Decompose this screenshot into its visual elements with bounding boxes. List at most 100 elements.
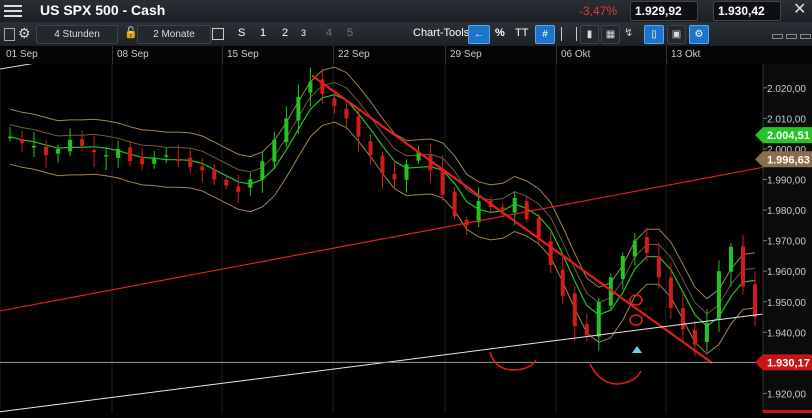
candle-body: [740, 246, 745, 287]
lock-icon[interactable]: 🔓: [124, 25, 138, 42]
annotation-circle: [629, 294, 643, 306]
y-tick-label: 1.980,00: [767, 206, 806, 217]
candle-body: [284, 118, 289, 143]
y-tick-label: 1.950,00: [767, 298, 806, 309]
candle-body: [68, 139, 73, 152]
layout-3-button[interactable]: 3: [301, 25, 306, 42]
candle-body: [524, 201, 529, 220]
candle-body: [140, 156, 145, 165]
candle-body: [692, 330, 697, 345]
candle-body: [476, 200, 481, 223]
gear-icon[interactable]: ⚙: [18, 24, 31, 42]
candle-body: [620, 255, 625, 280]
layout-4-button[interactable]: 4: [326, 25, 332, 42]
candle-body: [224, 179, 229, 186]
layout-2-button[interactable]: 2: [282, 25, 288, 42]
candle-body: [200, 166, 205, 171]
instrument-title: US SPX 500 - Cash: [40, 2, 166, 18]
candle-body: [680, 308, 685, 330]
candle-body: [56, 148, 61, 154]
candle-body: [332, 98, 337, 107]
candle-body: [500, 207, 505, 211]
y-tick-label: 1.970,00: [767, 237, 806, 248]
y-tick-label: 2.010,00: [767, 114, 806, 125]
layout-1-button[interactable]: 1: [260, 25, 266, 42]
minimize-icon[interactable]: [772, 34, 783, 39]
chart-tools-label[interactable]: Chart-Tools: [413, 25, 469, 42]
candle-body: [44, 146, 49, 156]
list-icon[interactable]: [4, 28, 15, 41]
candle-body: [716, 271, 721, 319]
candle-body: [536, 218, 541, 238]
layout-5-button[interactable]: 5: [347, 25, 353, 42]
candle-button[interactable]: ▮: [580, 25, 599, 44]
descending-trendline[interactable]: [311, 74, 713, 364]
candle-body: [704, 323, 709, 342]
calendar-icon[interactable]: [212, 28, 224, 40]
instrument-header: US SPX 500 - Cash -3,47% 1.929,92 ⬇ 1.93…: [0, 0, 812, 36]
candle-body: [572, 293, 577, 327]
date-axis: 01 Sep 08 Sep 15 Sep 22 Sep 29 Sep 06 Ok…: [0, 46, 812, 64]
candle-body: [308, 81, 313, 93]
candle-body: [656, 256, 661, 278]
middle-band-label: 1.996,63: [767, 154, 810, 166]
bid-price-box[interactable]: 1.929,92 ⬇: [630, 1, 698, 36]
save-button[interactable]: ▣: [667, 25, 686, 44]
candle-body: [188, 157, 193, 168]
candle-body: [728, 246, 733, 272]
interval-label: 4 Stunden: [54, 29, 100, 40]
y-tick-label: 1.920,00: [767, 389, 806, 400]
candle-body: [92, 150, 97, 153]
price-chart[interactable]: 2.020,00 2.010,00 2.000,00 1.990,00 1.980,00…: [0, 53, 812, 413]
indicator-button[interactable]: ▦: [601, 25, 620, 44]
chart-type-icon[interactable]: [561, 27, 577, 41]
chart-canvas[interactable]: 2.020,002.010,002.000,001.990,001.980,00…: [0, 53, 812, 413]
change-percent: -3,47%: [579, 4, 618, 18]
candle-body: [356, 116, 361, 137]
date-label: 01 Sep: [6, 49, 38, 60]
candle-body: [440, 168, 445, 195]
price-marker-triangle: [632, 346, 642, 353]
compare-icon[interactable]: ↯: [624, 25, 633, 42]
restore-icon[interactable]: [786, 34, 797, 39]
candle-body: [368, 141, 373, 156]
annotation-curve: [589, 363, 642, 385]
ask-price-box[interactable]: 1.930,42 ⬆: [713, 1, 781, 36]
candle-body: [584, 324, 589, 336]
candle-body: [272, 139, 277, 162]
settings-button[interactable]: ⚙: [689, 25, 709, 44]
annotation-curve: [489, 351, 537, 371]
upper-band-label: 2.004,51: [767, 130, 810, 142]
date-label: 29 Sep: [450, 49, 482, 60]
s-button[interactable]: S: [238, 25, 245, 42]
alert-button[interactable]: ▯: [644, 25, 664, 44]
candle-body: [392, 173, 397, 180]
candle-body: [32, 145, 37, 148]
chart-toolbar: ⚙ 4 Stunden 🔓 2 Monate S 1 2 3 4 5 Chart…: [0, 22, 812, 47]
candle-body: [644, 236, 649, 253]
grid-button[interactable]: #: [535, 25, 555, 44]
close-icon[interactable]: ✕: [793, 1, 806, 19]
range-dropdown[interactable]: 2 Monate: [137, 25, 211, 44]
date-divider: [222, 46, 223, 64]
date-label: 22 Sep: [338, 49, 370, 60]
current-price-label: 1.930,17: [767, 357, 810, 369]
y-tick-label: 1.960,00: [767, 267, 806, 278]
candle-body: [164, 155, 169, 157]
candle-body: [560, 269, 565, 296]
menu-icon[interactable]: [4, 3, 22, 19]
interval-dropdown[interactable]: 4 Stunden: [36, 25, 118, 44]
candle-body: [116, 148, 121, 158]
candle-body: [668, 277, 673, 308]
date-label: 08 Sep: [117, 49, 149, 60]
back-arrow-button[interactable]: ←: [468, 25, 490, 44]
candle-body: [128, 147, 133, 162]
maximize-icon[interactable]: [800, 34, 811, 39]
percent-button[interactable]: %: [495, 25, 505, 42]
support-trendline[interactable]: [0, 313, 764, 413]
candle-body: [152, 158, 157, 164]
candle-body: [248, 179, 253, 188]
inner-band-line: [9, 81, 756, 315]
candle-body: [20, 139, 25, 143]
text-tool-button[interactable]: TT: [515, 25, 528, 42]
